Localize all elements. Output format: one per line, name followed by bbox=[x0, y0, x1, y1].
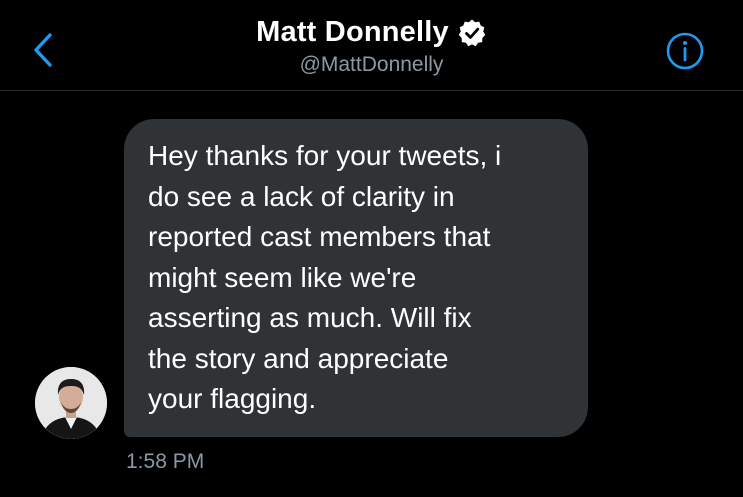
name-row: Matt Donnelly bbox=[256, 16, 487, 49]
message-line: asserting as much. Will fix bbox=[148, 302, 472, 333]
message-line: might seem like we're bbox=[148, 261, 417, 293]
contact-handle: @MattDonnelly bbox=[299, 53, 444, 76]
contact-name: Matt Donnelly bbox=[256, 16, 449, 48]
info-icon bbox=[666, 32, 704, 70]
info-button[interactable] bbox=[665, 31, 705, 71]
dm-conversation-screen: Matt Donnelly @MattDonnelly Hey thanks f… bbox=[0, 0, 743, 497]
avatar[interactable] bbox=[35, 367, 107, 439]
message-bubble[interactable]: Hey thanks for your tweets, i do see a l… bbox=[124, 119, 588, 437]
avatar-photo bbox=[35, 367, 107, 439]
conversation-header: Matt Donnelly @MattDonnelly bbox=[0, 0, 743, 91]
message-line: Hey thanks for your tweets, i bbox=[148, 140, 502, 171]
message-line: do see a lack of clarity in bbox=[148, 180, 455, 212]
message-line: your flagging. bbox=[148, 383, 317, 414]
message-timestamp: 1:58 PM bbox=[126, 450, 205, 473]
message-line: the story and appreciate bbox=[148, 342, 449, 374]
conversation-title[interactable]: Matt Donnelly @MattDonnelly bbox=[0, 16, 743, 77]
message-line: reported cast members that bbox=[148, 221, 491, 252]
verified-badge-icon bbox=[457, 18, 487, 48]
